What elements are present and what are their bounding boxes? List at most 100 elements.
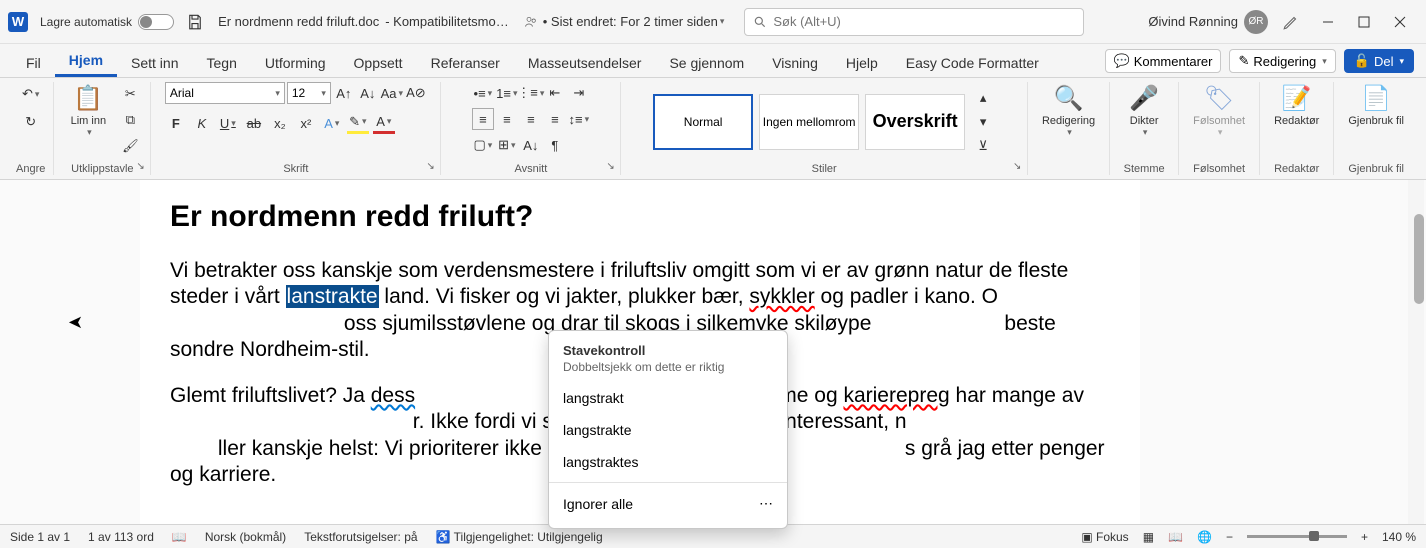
page-indicator[interactable]: Side 1 av 1 <box>10 530 70 544</box>
sort-button[interactable]: A↓ <box>520 134 542 156</box>
style-heading[interactable]: Overskrift <box>865 94 965 150</box>
change-case-button[interactable]: Aa▾ <box>381 82 403 104</box>
styles-launcher[interactable]: ↘ <box>1013 161 1025 173</box>
decrease-font-button[interactable]: A↓ <box>357 82 379 104</box>
spell-error-sykkler[interactable]: sykkler <box>749 285 814 308</box>
tab-tegn[interactable]: Tegn <box>193 49 251 77</box>
text-effects-button[interactable]: A▾ <box>321 112 343 134</box>
tab-sett-inn[interactable]: Sett inn <box>117 49 192 77</box>
spellcheck-status-icon[interactable]: 📖 <box>172 530 187 544</box>
highlight-button[interactable]: ✎▾ <box>347 112 369 134</box>
increase-font-button[interactable]: A↑ <box>333 82 355 104</box>
highlighted-misspelling[interactable]: lanstrakte <box>286 285 379 308</box>
format-painter-button[interactable]: 🖌 <box>118 134 142 158</box>
font-color-button[interactable]: A▾ <box>373 112 395 134</box>
view-web-layout[interactable]: 🌐 <box>1197 530 1212 544</box>
line-spacing-button[interactable]: ↕≡▾ <box>568 108 590 130</box>
styles-up-button[interactable]: ▴ <box>971 86 995 110</box>
more-icon[interactable]: ⋯ <box>759 495 773 512</box>
tab-hjelp[interactable]: Hjelp <box>832 49 892 77</box>
last-modified[interactable]: • Sist endret: For 2 timer siden▾ <box>543 14 725 29</box>
zoom-level[interactable]: 140 % <box>1382 530 1416 544</box>
suggestion-3[interactable]: langstraktes <box>549 446 787 478</box>
search-input[interactable] <box>773 14 1075 29</box>
maximize-button[interactable] <box>1346 6 1382 38</box>
focus-mode[interactable]: ▣ Fokus <box>1081 530 1128 544</box>
word-count[interactable]: 1 av 113 ord <box>88 530 154 544</box>
styles-more-button[interactable]: ⊻ <box>971 134 995 158</box>
zoom-out[interactable]: − <box>1226 530 1233 544</box>
multilevel-button[interactable]: ⋮≡▾ <box>520 82 542 104</box>
underline-button[interactable]: U▾ <box>217 112 239 134</box>
comments-button[interactable]: 💬 Kommentarer <box>1105 49 1222 73</box>
shading-button[interactable]: ▢▾ <box>472 134 494 156</box>
clear-format-button[interactable]: A⊘ <box>405 82 427 104</box>
ignore-all[interactable]: Ignorer alle ⋯ <box>549 487 787 520</box>
style-no-spacing[interactable]: Ingen mellomrom <box>759 94 859 150</box>
italic-button[interactable]: K <box>191 112 213 134</box>
tab-referanser[interactable]: Referanser <box>417 49 514 77</box>
minimize-button[interactable] <box>1310 6 1346 38</box>
suggestion-2[interactable]: langstrakte <box>549 414 787 446</box>
search-box[interactable] <box>744 8 1084 36</box>
cut-button[interactable]: ✂ <box>118 82 142 106</box>
redo-button[interactable]: ↻ <box>19 110 43 134</box>
superscript-button[interactable]: x² <box>295 112 317 134</box>
align-left-button[interactable]: ≡ <box>472 108 494 130</box>
tab-easy-code[interactable]: Easy Code Formatter <box>892 49 1053 77</box>
reuse-button[interactable]: 📄Gjenbruk fil <box>1342 82 1410 129</box>
suggestion-1[interactable]: langstrakt <box>549 382 787 414</box>
numbering-button[interactable]: 1≡▾ <box>496 82 518 104</box>
view-print-layout[interactable]: ▦ <box>1143 530 1154 544</box>
styles-down-button[interactable]: ▾ <box>971 110 995 134</box>
sensitivity-button[interactable]: 🏷Følsomhet▾ <box>1187 82 1251 140</box>
dictate-button[interactable]: 🎤Dikter▾ <box>1118 82 1170 140</box>
increase-indent-button[interactable]: ⇥ <box>568 82 590 104</box>
tab-oppsett[interactable]: Oppsett <box>340 49 417 77</box>
tab-utforming[interactable]: Utforming <box>251 49 340 77</box>
subscript-button[interactable]: x₂ <box>269 112 291 134</box>
view-read-mode[interactable]: 📖 <box>1168 530 1183 544</box>
editing-mode-button[interactable]: ✎ Redigering ▾ <box>1229 49 1335 73</box>
style-normal[interactable]: Normal <box>653 94 753 150</box>
grammar-error-dess[interactable]: dess <box>371 384 415 407</box>
tab-hjem[interactable]: Hjem <box>55 46 117 77</box>
show-marks-button[interactable]: ¶ <box>544 134 566 156</box>
autosave-toggle[interactable]: Lagre automatisk <box>40 14 174 30</box>
paragraph-launcher[interactable]: ↘ <box>606 161 618 173</box>
copy-button[interactable]: ⧉ <box>118 108 142 132</box>
user-avatar[interactable]: ØR <box>1244 10 1268 34</box>
tab-se-gjennom[interactable]: Se gjennom <box>655 49 758 77</box>
user-name[interactable]: Øivind Rønning <box>1148 14 1238 29</box>
zoom-in[interactable]: + <box>1361 530 1368 544</box>
editing-button[interactable]: 🔍Redigering▾ <box>1036 82 1101 140</box>
bold-button[interactable]: F <box>165 112 187 134</box>
toggle-switch[interactable] <box>138 14 174 30</box>
align-center-button[interactable]: ≡ <box>496 108 518 130</box>
undo-button[interactable]: ↶▾ <box>19 82 43 106</box>
bullets-button[interactable]: •≡▾ <box>472 82 494 104</box>
accessibility-status[interactable]: ♿ Tilgjengelighet: Utilgjengelig <box>436 530 603 544</box>
font-launcher[interactable]: ↘ <box>426 161 438 173</box>
language-indicator[interactable]: Norsk (bokmål) <box>205 530 286 544</box>
justify-button[interactable]: ≡ <box>544 108 566 130</box>
text-predictions[interactable]: Tekstforutsigelser: på <box>304 530 417 544</box>
close-button[interactable] <box>1382 6 1418 38</box>
share-button[interactable]: 🔓 Del ▾ <box>1344 49 1414 73</box>
paste-button[interactable]: 📋 Lim inn▾ <box>62 82 114 140</box>
tab-fil[interactable]: Fil <box>12 49 55 77</box>
strike-button[interactable]: ab <box>243 112 265 134</box>
tab-visning[interactable]: Visning <box>758 49 832 77</box>
decrease-indent-button[interactable]: ⇤ <box>544 82 566 104</box>
scroll-thumb[interactable] <box>1414 214 1424 304</box>
tab-masseutsendelser[interactable]: Masseutsendelser <box>514 49 656 77</box>
borders-button[interactable]: ⊞▾ <box>496 134 518 156</box>
zoom-slider[interactable] <box>1247 535 1347 538</box>
font-name-combo[interactable]: Arial▾ <box>165 82 285 104</box>
align-right-button[interactable]: ≡ <box>520 108 542 130</box>
clipboard-launcher[interactable]: ↘ <box>136 161 148 173</box>
spell-error-karierepreg[interactable]: karierepreg <box>843 384 949 407</box>
pen-icon[interactable] <box>1282 13 1300 31</box>
editor-button[interactable]: 📝Redaktør <box>1268 82 1325 129</box>
save-icon[interactable] <box>186 13 204 31</box>
